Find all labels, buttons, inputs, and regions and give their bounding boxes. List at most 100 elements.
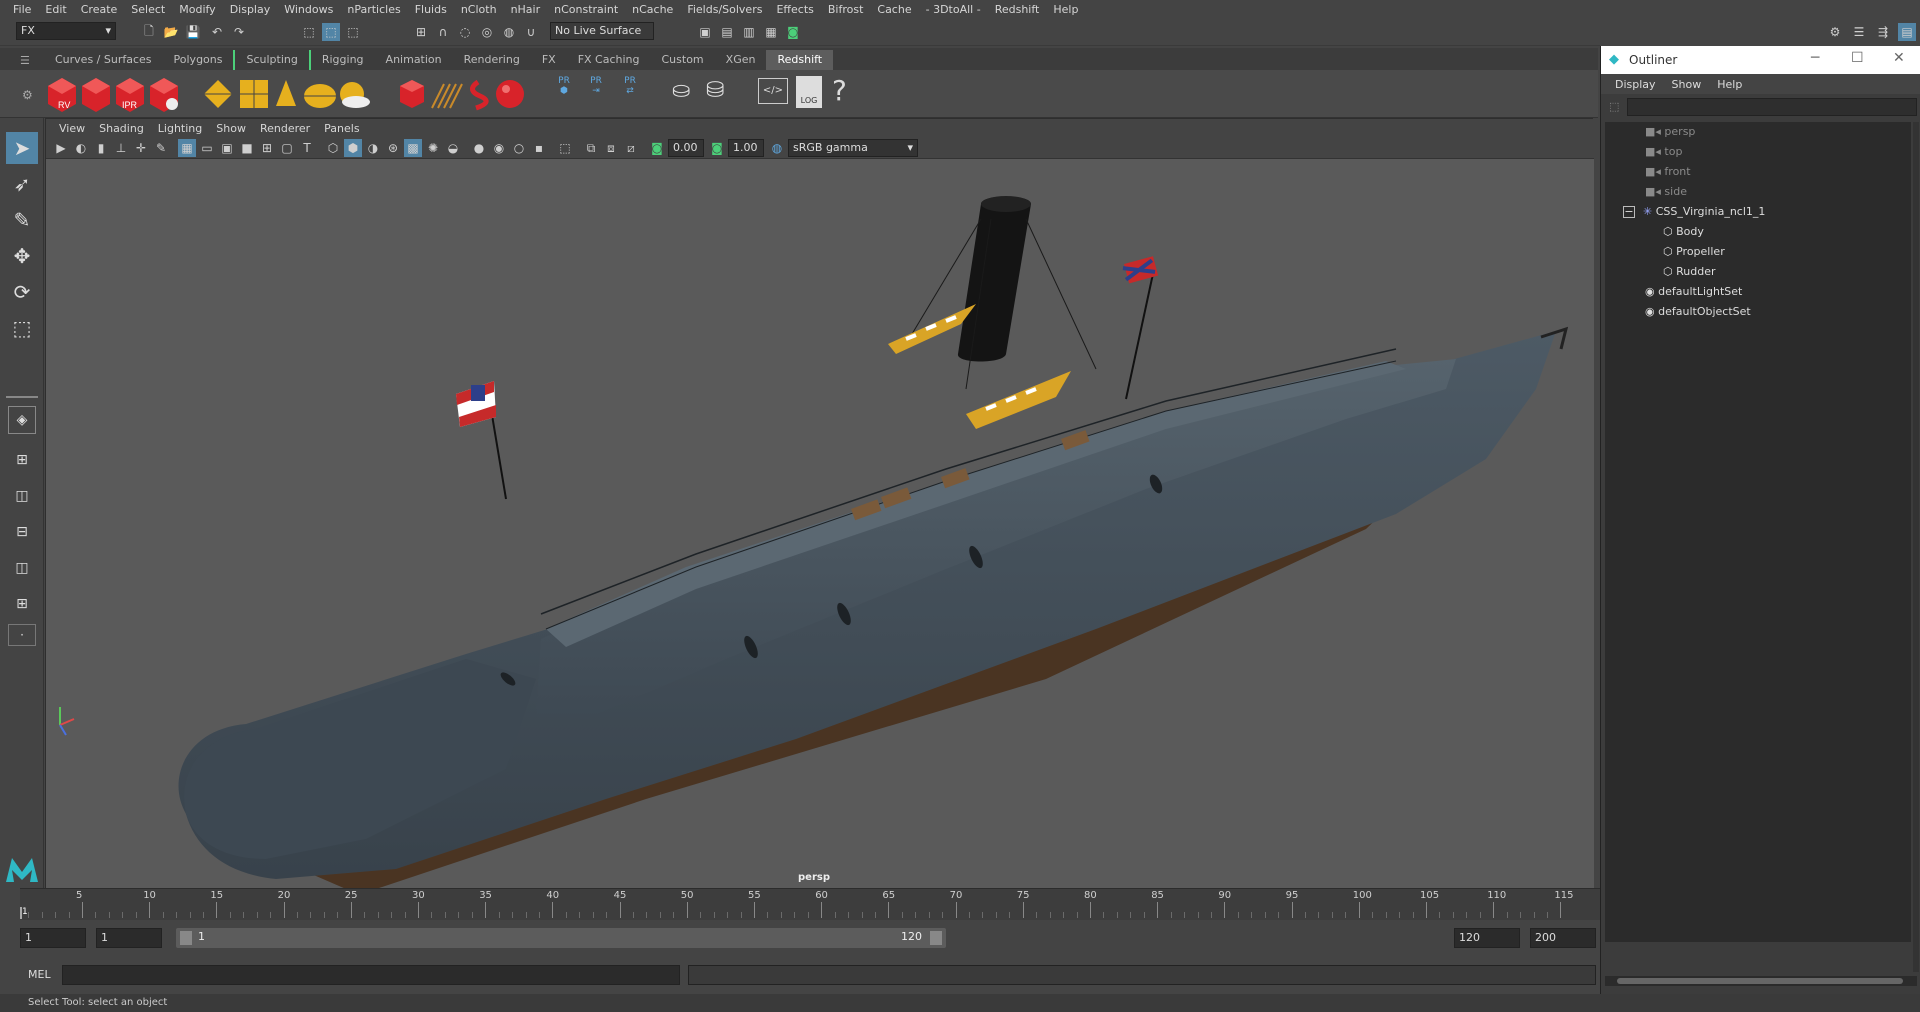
four-view-layout-icon[interactable]: ⊞ [6, 444, 38, 476]
rs-ipr-icon[interactable]: IPR [116, 78, 144, 112]
color-space-dropdown[interactable]: sRGB gamma ▾ [788, 139, 918, 157]
pr-button-3[interactable]: PR ⇄ [618, 76, 642, 96]
shelf-settings-gear-icon[interactable]: ⚙ [22, 88, 33, 102]
screen-space-ao-icon[interactable]: ● [470, 139, 488, 157]
tab-animation[interactable]: Animation [375, 50, 453, 70]
field-chart-icon[interactable]: ⊞ [258, 139, 276, 157]
outliner-menu-help[interactable]: Help [1709, 78, 1750, 91]
gamma-field[interactable]: 1.00 [728, 139, 764, 157]
modeling-toolkit-icon[interactable]: ⚙ [1826, 23, 1844, 41]
menu-ncache[interactable]: nCache [625, 3, 680, 16]
maximize-icon[interactable]: ☐ [1851, 50, 1864, 66]
outliner-item-css-virginia[interactable]: − ✳ CSS_Virginia_ncl1_1 [1623, 202, 1765, 222]
gamma-icon[interactable]: ◙ [708, 139, 726, 157]
exposure-icon[interactable]: ◙ [648, 139, 666, 157]
new-scene-icon[interactable]: 🗋 [140, 23, 158, 41]
rs-bowl-ao-icon[interactable]: ⛁ [706, 78, 724, 103]
rs-bowl-icon[interactable]: ⛀ [672, 78, 690, 103]
smooth-shade-icon[interactable]: ⬢ [344, 139, 362, 157]
paint-select-tool-icon[interactable]: ✎ [6, 204, 38, 236]
hypershade-icon[interactable]: ◙ [784, 23, 802, 41]
wireframe-icon[interactable]: ⬡ [324, 139, 342, 157]
rs-volume-icon[interactable] [431, 83, 463, 109]
rs-render-settings-icon[interactable] [150, 78, 178, 112]
vp-menu-view[interactable]: View [52, 122, 92, 135]
render-frame-icon[interactable]: ▣ [696, 23, 714, 41]
menu-fluids[interactable]: Fluids [408, 3, 454, 16]
outliner-menu-display[interactable]: Display [1607, 78, 1664, 91]
menu-fields-solvers[interactable]: Fields/Solvers [680, 3, 769, 16]
anti-aliasing-icon[interactable]: ○ [510, 139, 528, 157]
2d-pan-zoom-icon[interactable]: ✛ [132, 139, 150, 157]
command-input[interactable] [62, 965, 680, 985]
exposure-field[interactable]: 0.00 [668, 139, 704, 157]
snap-surface-icon[interactable]: ◍ [500, 23, 518, 41]
menu-display[interactable]: Display [223, 3, 278, 16]
snap-point-icon[interactable]: ◌ [456, 23, 474, 41]
outliner-item-default-object-set[interactable]: ◉ defaultObjectSet [1645, 302, 1751, 322]
tab-fx-caching[interactable]: FX Caching [567, 50, 651, 70]
gate-mask-icon[interactable]: ■ [238, 139, 256, 157]
rs-proxy-icon[interactable] [400, 80, 424, 108]
rs-render-view-icon[interactable]: RV [48, 78, 76, 112]
bookmark-icon[interactable]: ▮ [92, 139, 110, 157]
outliner-item-rudder[interactable]: ⬡ Rudder [1663, 262, 1716, 282]
side-by-side-layout-icon[interactable]: ◫ [6, 480, 38, 512]
collapse-icon[interactable]: − [1623, 206, 1635, 218]
rs-log-icon[interactable]: LOG [796, 76, 822, 108]
single-perspective-layout-icon[interactable]: ◈ [8, 406, 36, 434]
rs-hair-icon[interactable] [470, 79, 489, 111]
menu-nhair[interactable]: nHair [504, 3, 548, 16]
tab-rigging[interactable]: Rigging [308, 50, 375, 70]
pr-button-1[interactable]: PR ⬢ [554, 76, 574, 96]
tab-curves-surfaces[interactable]: Curves / Surfaces [44, 50, 163, 70]
tool-settings-icon[interactable]: ⇶ [1874, 23, 1892, 41]
more-layouts-icon[interactable]: · [8, 624, 36, 646]
safe-action-icon[interactable]: ▢ [278, 139, 296, 157]
default-material-icon[interactable]: ◑ [364, 139, 382, 157]
menu-cache[interactable]: Cache [870, 3, 918, 16]
tab-fx[interactable]: FX [531, 50, 567, 70]
image-plane-icon[interactable]: ⊥ [112, 139, 130, 157]
snap-view-icon[interactable]: ◎ [478, 23, 496, 41]
outliner-item-default-light-set[interactable]: ◉ defaultLightSet [1645, 282, 1742, 302]
vp-menu-renderer[interactable]: Renderer [253, 122, 317, 135]
rs-area-light-icon[interactable] [204, 80, 232, 108]
attribute-editor-icon[interactable]: ☰ [1850, 23, 1868, 41]
menu-nconstraint[interactable]: nConstraint [547, 3, 625, 16]
redo-icon[interactable]: ↷ [230, 23, 248, 41]
outliner-item-top[interactable]: ■◂ top [1645, 142, 1682, 162]
wireframe-on-shaded-icon[interactable]: ⊛ [384, 139, 402, 157]
select-component-icon[interactable]: ⬚ [344, 23, 362, 41]
vp-menu-show[interactable]: Show [209, 122, 253, 135]
snap-curve-icon[interactable]: ∩ [434, 23, 452, 41]
select-object-icon[interactable]: ⬚ [322, 23, 340, 41]
xray-components-icon[interactable]: ⧄ [622, 139, 640, 157]
rs-dome-light-icon[interactable] [304, 84, 336, 108]
rs-sphere-icon[interactable] [496, 80, 524, 108]
outliner-item-body[interactable]: ⬡ Body [1663, 222, 1704, 242]
minimize-icon[interactable]: ─ [1811, 50, 1819, 66]
render-sequence-icon[interactable]: ▤ [718, 23, 736, 41]
outliner-item-side[interactable]: ■◂ side [1645, 182, 1687, 202]
vp-menu-panels[interactable]: Panels [317, 122, 366, 135]
select-hierarchy-icon[interactable]: ⬚ [300, 23, 318, 41]
menu-create[interactable]: Create [74, 3, 125, 16]
save-scene-icon[interactable]: 💾 [184, 23, 202, 41]
safe-title-icon[interactable]: T [298, 139, 316, 157]
menu-bifrost[interactable]: Bifrost [821, 3, 871, 16]
animation-end-field[interactable]: 200 [1530, 928, 1596, 948]
range-end-handle[interactable] [930, 931, 942, 945]
textured-icon[interactable]: ▩ [404, 139, 422, 157]
select-tool-icon[interactable]: ➤ [6, 132, 38, 164]
rs-physical-light-icon[interactable] [240, 80, 268, 108]
persp-graph-layout-icon[interactable]: ⊟ [6, 516, 38, 548]
film-gate-icon[interactable]: ▭ [198, 139, 216, 157]
scale-tool-icon[interactable]: ⬚ [6, 312, 38, 344]
rs-render-icon[interactable] [82, 78, 110, 112]
isolate-select-icon[interactable]: ⬚ [556, 139, 574, 157]
animation-start-field[interactable]: 1 [20, 928, 86, 948]
menu-modify[interactable]: Modify [172, 3, 222, 16]
help-icon[interactable]: ? [832, 74, 847, 107]
xray-joints-icon[interactable]: ⧈ [602, 139, 620, 157]
